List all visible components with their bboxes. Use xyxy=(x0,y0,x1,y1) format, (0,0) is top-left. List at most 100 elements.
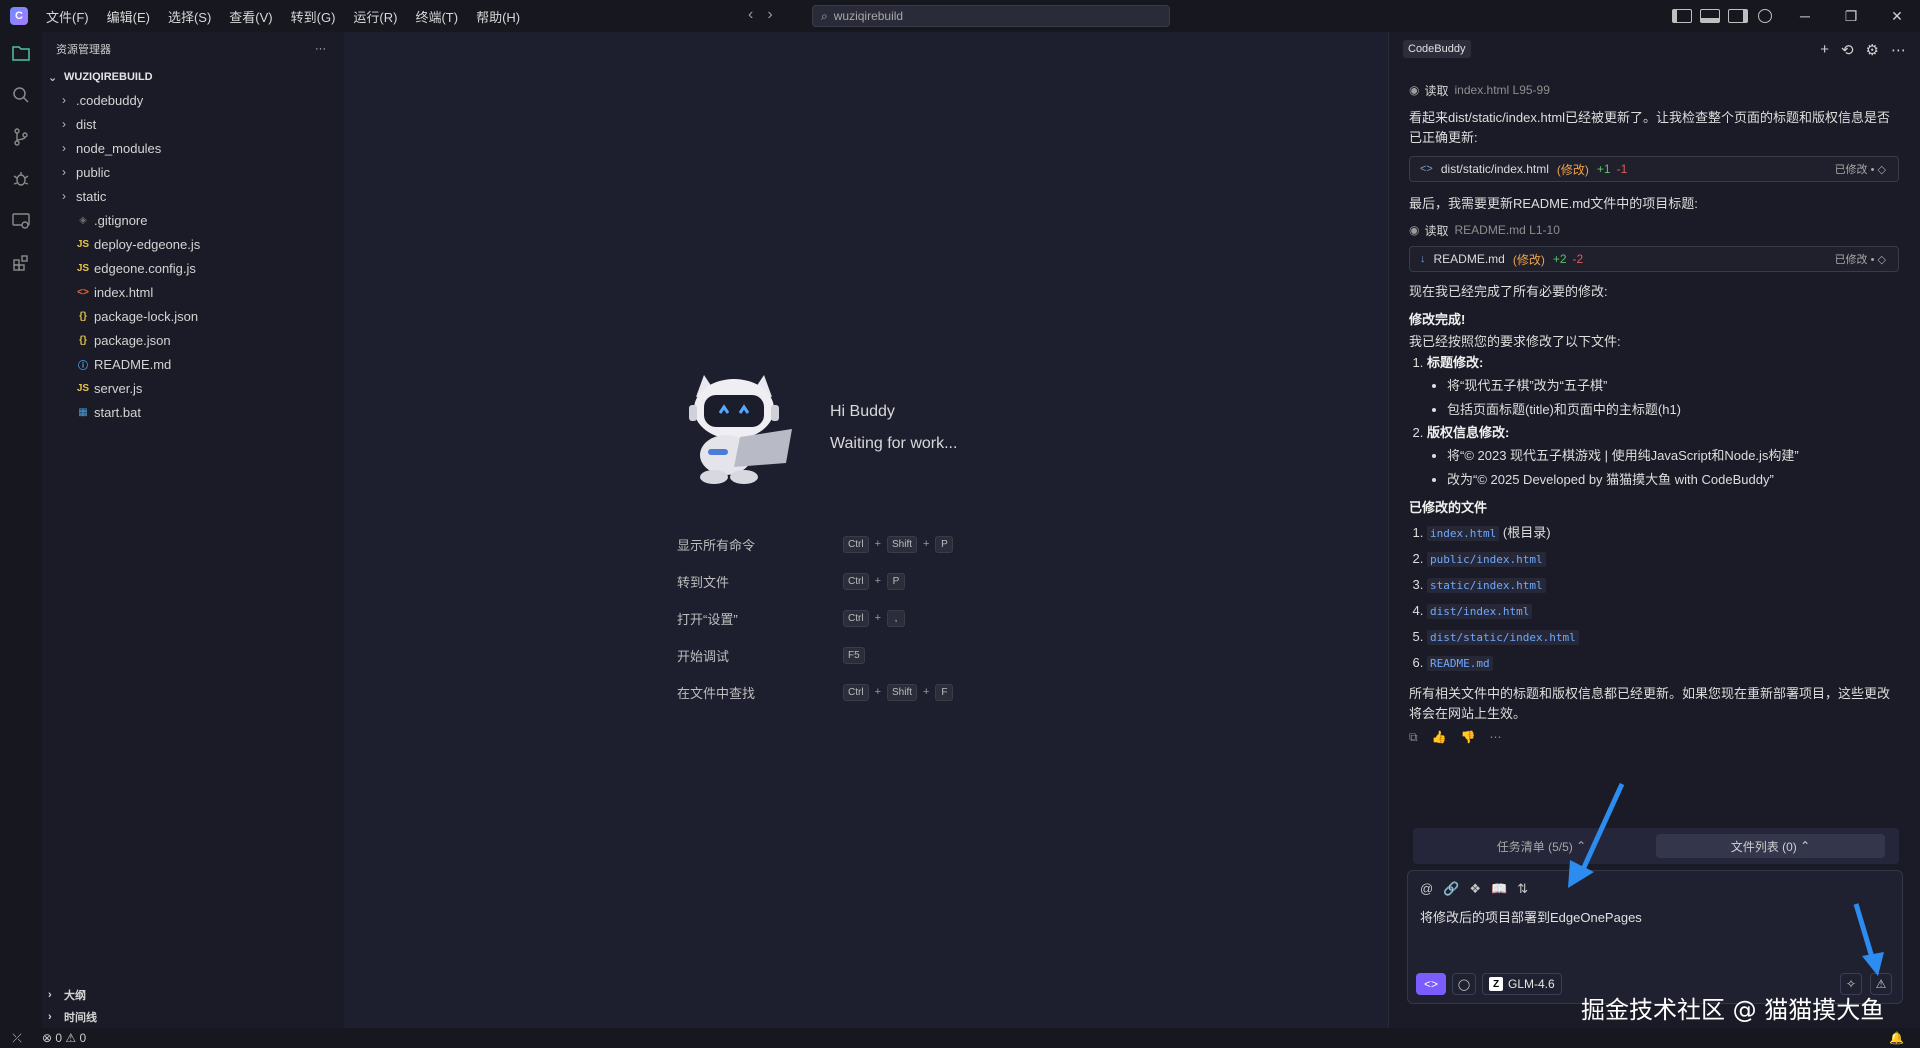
history-icon[interactable]: ⟲ xyxy=(1841,41,1854,59)
file-code[interactable]: static/index.html xyxy=(1427,578,1546,593)
back-arrow-icon[interactable]: ‹ xyxy=(748,6,753,24)
tree-file[interactable]: {} package.json xyxy=(42,328,344,352)
source-control-icon[interactable] xyxy=(10,126,32,148)
done-heading: 修改完成! xyxy=(1409,312,1466,327)
workspace-root[interactable]: ⌄ WUZIQIREBUILD xyxy=(42,66,344,88)
tree-file[interactable]: ⓘ README.md xyxy=(42,352,344,376)
tree-item-label: static xyxy=(76,188,107,204)
menu-run[interactable]: 运行(R) xyxy=(345,3,405,30)
nav-arrows: ‹ › xyxy=(748,6,773,24)
menu-help[interactable]: 帮助(H) xyxy=(468,3,528,30)
file-change-card[interactable]: <> dist/static/index.html (修改) +1 -1 已修改… xyxy=(1409,156,1899,182)
toggle-primary-sidebar-icon[interactable] xyxy=(1672,9,1692,23)
thumbs-down-icon[interactable]: 👎 xyxy=(1461,730,1476,745)
menu-select[interactable]: 选择(S) xyxy=(160,3,219,30)
watermark-text: 掘金技术社区 @ 猫猫摸大鱼 xyxy=(1581,996,1885,1024)
tab-files[interactable]: 文件列表 (0) ⌃ xyxy=(1656,834,1885,858)
search-icon[interactable] xyxy=(10,84,32,106)
toggle-panel-icon[interactable] xyxy=(1700,9,1720,23)
figma-icon[interactable]: ❖ xyxy=(1469,881,1481,897)
link-icon[interactable]: 🔗 xyxy=(1443,881,1459,897)
html-file-icon: <> xyxy=(77,286,89,298)
settings-gear-icon[interactable]: ⚙ xyxy=(1866,41,1879,59)
mention-icon[interactable]: @ xyxy=(1420,881,1433,897)
tree-folder[interactable]: › node_modules xyxy=(42,136,344,160)
shortcut-row[interactable]: 打开“设置” Ctrl + , xyxy=(677,606,977,630)
menu-view[interactable]: 查看(V) xyxy=(221,3,280,30)
chevron-right-icon: › xyxy=(62,117,66,131)
outline-label: 大纲 xyxy=(64,990,86,1002)
file-code[interactable]: public/index.html xyxy=(1427,552,1546,567)
tree-item-label: .gitignore xyxy=(94,212,148,228)
files-heading: 已修改的文件 xyxy=(1409,500,1488,515)
status-bar: ⤫ ⊗ 0 ⚠ 0 🔔 xyxy=(0,1028,1920,1048)
read-file[interactable]: README.md L1-10 xyxy=(1455,223,1560,237)
rules-icon[interactable]: ⇅ xyxy=(1517,881,1528,897)
file-code[interactable]: index.html xyxy=(1427,526,1500,541)
panel-tab-codebuddy[interactable]: CodeBuddy xyxy=(1403,40,1471,58)
debug-icon[interactable] xyxy=(10,168,32,190)
code-mode-button[interactable]: <> xyxy=(1416,973,1446,995)
problems-counter[interactable]: ⊗ 0 ⚠ 0 xyxy=(42,1031,86,1045)
copy-icon[interactable]: ⧉ xyxy=(1409,730,1418,745)
welcome-greeting: Hi Buddy xyxy=(830,403,895,420)
remote-indicator-icon[interactable]: ⤫ xyxy=(0,1028,34,1048)
minimize-button[interactable]: ─ xyxy=(1782,0,1828,32)
toggle-secondary-sidebar-icon[interactable] xyxy=(1728,9,1748,23)
tree-file[interactable]: {} package-lock.json xyxy=(42,304,344,328)
more-icon[interactable]: ⋯ xyxy=(1489,730,1501,745)
thumbs-up-icon[interactable]: 👍 xyxy=(1432,730,1447,745)
outline-section[interactable]: › 大纲 xyxy=(42,984,344,1006)
shortcut-row[interactable]: 转到文件 Ctrl + P xyxy=(677,569,977,593)
book-icon[interactable]: 📖 xyxy=(1491,881,1507,897)
explorer-icon[interactable] xyxy=(10,42,32,64)
tree-file[interactable]: <> index.html xyxy=(42,280,344,304)
file-change-card[interactable]: ↓ README.md (修改) +2 -2 已修改 • ◇ xyxy=(1409,246,1899,272)
timeline-section[interactable]: › 时间线 xyxy=(42,1006,344,1028)
chat-input-text[interactable]: 将修改后的项目部署到EdgeOnePages xyxy=(1420,907,1642,926)
forward-arrow-icon[interactable]: › xyxy=(767,6,772,24)
shortcut-row[interactable]: 在文件中查找 Ctrl + Shift + F xyxy=(677,680,977,704)
shortcut-row[interactable]: 开始调试 F5 xyxy=(677,643,977,667)
tree-file[interactable]: ▦ start.bat xyxy=(42,400,344,424)
notifications-bell-icon[interactable]: 🔔 xyxy=(1889,1031,1904,1045)
menu-edit[interactable]: 编辑(E) xyxy=(99,3,158,30)
account-icon[interactable] xyxy=(1758,9,1772,23)
tree-file[interactable]: JS edgeone.config.js xyxy=(42,256,344,280)
model-select[interactable]: Z GLM-4.6 xyxy=(1482,973,1562,995)
restore-button[interactable]: ❐ xyxy=(1828,0,1874,32)
file-code[interactable]: README.md xyxy=(1427,656,1493,671)
tree-file[interactable]: JS deploy-edgeone.js xyxy=(42,232,344,256)
menu-goto[interactable]: 转到(G) xyxy=(283,3,344,30)
card-deletions: -2 xyxy=(1572,252,1584,266)
list-item: 标题修改: 将“现代五子棋”改为“五子棋” 包括页面标题(title)和页面中的… xyxy=(1427,352,1899,422)
read-file[interactable]: index.html L95-99 xyxy=(1455,83,1550,97)
tree-folder[interactable]: › .codebuddy xyxy=(42,88,344,112)
file-code[interactable]: dist/index.html xyxy=(1427,604,1533,619)
tree-folder[interactable]: › dist xyxy=(42,112,344,136)
new-chat-icon[interactable]: + xyxy=(1820,41,1829,59)
menu-terminal[interactable]: 终端(T) xyxy=(407,3,466,30)
tree-folder[interactable]: › static xyxy=(42,184,344,208)
chevron-down-icon: ⌄ xyxy=(48,71,58,84)
tree-folder[interactable]: › public xyxy=(42,160,344,184)
annotation-arrow-icon xyxy=(1568,782,1625,888)
explorer-more-button[interactable]: ··· xyxy=(315,43,326,55)
command-search-input[interactable]: ⌕ wuziqirebuild xyxy=(812,5,1170,27)
menu-file[interactable]: 文件(F) xyxy=(38,3,97,30)
extensions-icon[interactable] xyxy=(10,252,32,274)
chevron-right-icon: › xyxy=(62,165,66,179)
chat-mode-button[interactable]: ◯ xyxy=(1452,973,1476,995)
explorer-sidebar: 资源管理器 ··· ⌄ WUZIQIREBUILD › .codebuddy › di… xyxy=(42,32,344,1028)
chat-input-box[interactable]: @ 🔗 ❖ 📖 ⇅ 将修改后的项目部署到EdgeOnePages <> ◯ Z … xyxy=(1407,870,1903,1004)
tree-item-label: edgeone.config.js xyxy=(94,260,196,276)
close-button[interactable]: ✕ xyxy=(1874,0,1920,32)
tree-file[interactable]: JS server.js xyxy=(42,376,344,400)
more-icon[interactable]: ⋯ xyxy=(1891,41,1906,59)
tree-item-label: dist xyxy=(76,116,97,132)
shortcut-row[interactable]: 显示所有命令 Ctrl + Shift + P xyxy=(677,532,977,556)
annotation-arrow-icon xyxy=(1853,903,1884,976)
file-code[interactable]: dist/static/index.html xyxy=(1427,630,1579,645)
remote-explorer-icon[interactable] xyxy=(10,210,32,232)
tree-file[interactable]: ◈ .gitignore xyxy=(42,208,344,232)
